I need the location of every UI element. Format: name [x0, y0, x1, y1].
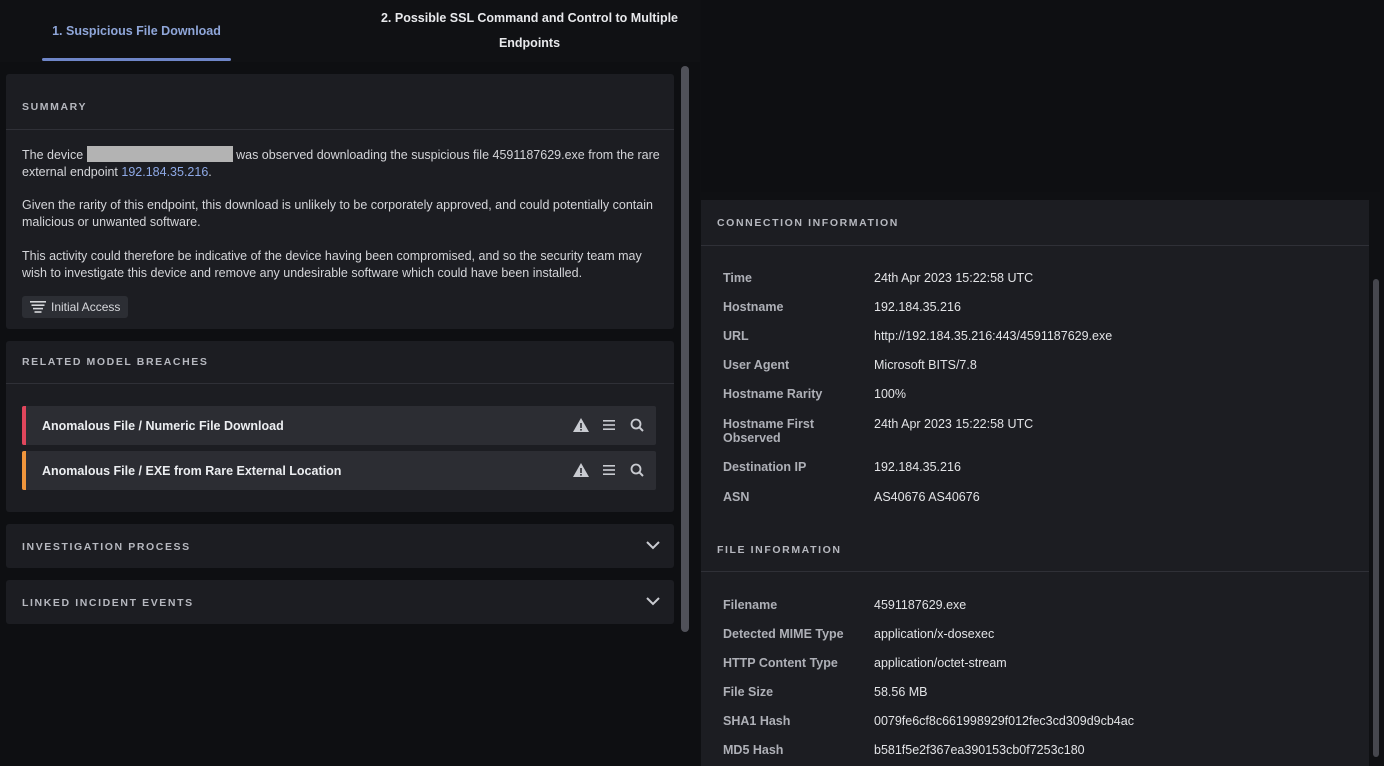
- breach-label: Anomalous File / EXE from Rare External …: [42, 463, 342, 478]
- summary-text: .: [208, 165, 212, 179]
- chevron-down-icon[interactable]: [644, 594, 662, 608]
- breach-actions: [572, 461, 646, 479]
- summary-paragraph: The device was observed downloading the …: [22, 146, 662, 181]
- breach-label: Anomalous File / Numeric File Download: [42, 418, 284, 433]
- summary-text: The device: [22, 148, 87, 162]
- incident-tabs: 1. Suspicious File Download 2. Possible …: [0, 0, 700, 62]
- field-value: application/octet-stream: [874, 656, 1007, 670]
- field-value: 24th Apr 2023 15:22:58 UTC: [874, 417, 1034, 431]
- field-label: URL: [723, 329, 749, 343]
- field-label: File Size: [723, 685, 774, 699]
- investigation-process-section[interactable]: INVESTIGATION PROCESS: [6, 524, 674, 568]
- field-value: 0079fe6cf8c661998929f012fec3cd309d9cb4ac: [874, 714, 1134, 728]
- details-panel: CONNECTION INFORMATION Time 24th Apr 202…: [701, 200, 1369, 766]
- field-value: application/x-dosexec: [874, 627, 995, 641]
- breach-actions: [572, 416, 646, 434]
- field-label: User Agent: [723, 358, 790, 372]
- summary-card: SUMMARY The device was observed download…: [6, 74, 674, 329]
- field-value: 4591187629.exe: [874, 598, 967, 612]
- field-value: 58.56 MB: [874, 685, 928, 699]
- field-label: Hostname: [723, 300, 784, 314]
- field-value: Microsoft BITS/7.8: [874, 358, 977, 372]
- list-icon: [30, 301, 46, 313]
- field-label: Time: [723, 271, 752, 285]
- divider: [6, 129, 674, 130]
- severity-bar: [22, 406, 26, 445]
- field-label: Hostname First Observed: [723, 417, 814, 445]
- linked-title: LINKED INCIDENT EVENTS: [22, 597, 194, 609]
- active-tab-indicator: [42, 58, 231, 61]
- divider: [6, 383, 674, 384]
- related-model-breaches-card: RELATED MODEL BREACHES Anomalous File / …: [6, 341, 674, 512]
- tab-label: 2. Possible SSL Command and Control to M…: [380, 11, 678, 50]
- severity-bar: [22, 451, 26, 490]
- summary-paragraph: This activity could therefore be indicat…: [22, 249, 642, 280]
- field-label: HTTP Content Type: [723, 656, 838, 670]
- field-value: 24th Apr 2023 15:22:58 UTC: [874, 271, 1034, 285]
- left-panel: SUMMARY The device was observed download…: [0, 62, 700, 766]
- model-breach-item[interactable]: Anomalous File / Numeric File Download: [22, 406, 656, 445]
- menu-icon[interactable]: [600, 416, 618, 434]
- warning-icon[interactable]: [572, 461, 590, 479]
- investigation-title: INVESTIGATION PROCESS: [22, 541, 191, 553]
- tab-label: 1. Suspicious File Download: [52, 23, 221, 38]
- field-label: Hostname Rarity: [723, 387, 823, 401]
- field-label: Detected MIME Type: [723, 627, 844, 641]
- chevron-down-icon[interactable]: [644, 538, 662, 552]
- tab-ssl-command-control[interactable]: 2. Possible SSL Command and Control to M…: [372, 0, 687, 62]
- tag-label: Initial Access: [51, 300, 121, 314]
- connection-info-title: CONNECTION INFORMATION: [717, 217, 899, 229]
- summary-title: SUMMARY: [22, 101, 88, 113]
- field-label: ASN: [723, 490, 750, 504]
- field-label: SHA1 Hash: [723, 714, 791, 728]
- field-value: 100%: [874, 387, 906, 401]
- model-breach-item[interactable]: Anomalous File / EXE from Rare External …: [22, 451, 656, 490]
- tab-suspicious-file-download[interactable]: 1. Suspicious File Download: [42, 0, 231, 62]
- warning-icon[interactable]: [572, 416, 590, 434]
- field-label: Destination IP: [723, 460, 807, 474]
- incident-viewer: 1. Suspicious File Download 2. Possible …: [0, 0, 1384, 766]
- divider: [701, 245, 1369, 246]
- search-icon[interactable]: [628, 461, 646, 479]
- field-label: MD5 Hash: [723, 743, 784, 757]
- redacted-device-name: [86, 146, 233, 162]
- left-scrollbar[interactable]: [681, 66, 689, 632]
- right-panel-top-area: [701, 0, 1380, 192]
- field-value: 192.184.35.216: [874, 460, 961, 474]
- field-value: b581f5e2f367ea390153cb0f7253c180: [874, 743, 1085, 757]
- search-icon[interactable]: [628, 416, 646, 434]
- divider: [701, 571, 1369, 572]
- summary-paragraph: Given the rarity of this endpoint, this …: [22, 198, 653, 229]
- field-value: 192.184.35.216: [874, 300, 961, 314]
- endpoint-link[interactable]: 192.184.35.216: [121, 165, 208, 179]
- file-info-title: FILE INFORMATION: [717, 544, 842, 556]
- linked-incident-events-section[interactable]: LINKED INCIDENT EVENTS: [6, 580, 674, 624]
- field-value: AS40676 AS40676: [874, 490, 980, 504]
- mitre-tag-initial-access[interactable]: Initial Access: [22, 296, 129, 318]
- field-value: http://192.184.35.216:443/4591187629.exe: [874, 329, 1113, 343]
- right-scrollbar[interactable]: [1373, 279, 1379, 757]
- related-title: RELATED MODEL BREACHES: [22, 356, 209, 368]
- field-label: Filename: [723, 598, 778, 612]
- menu-icon[interactable]: [600, 461, 618, 479]
